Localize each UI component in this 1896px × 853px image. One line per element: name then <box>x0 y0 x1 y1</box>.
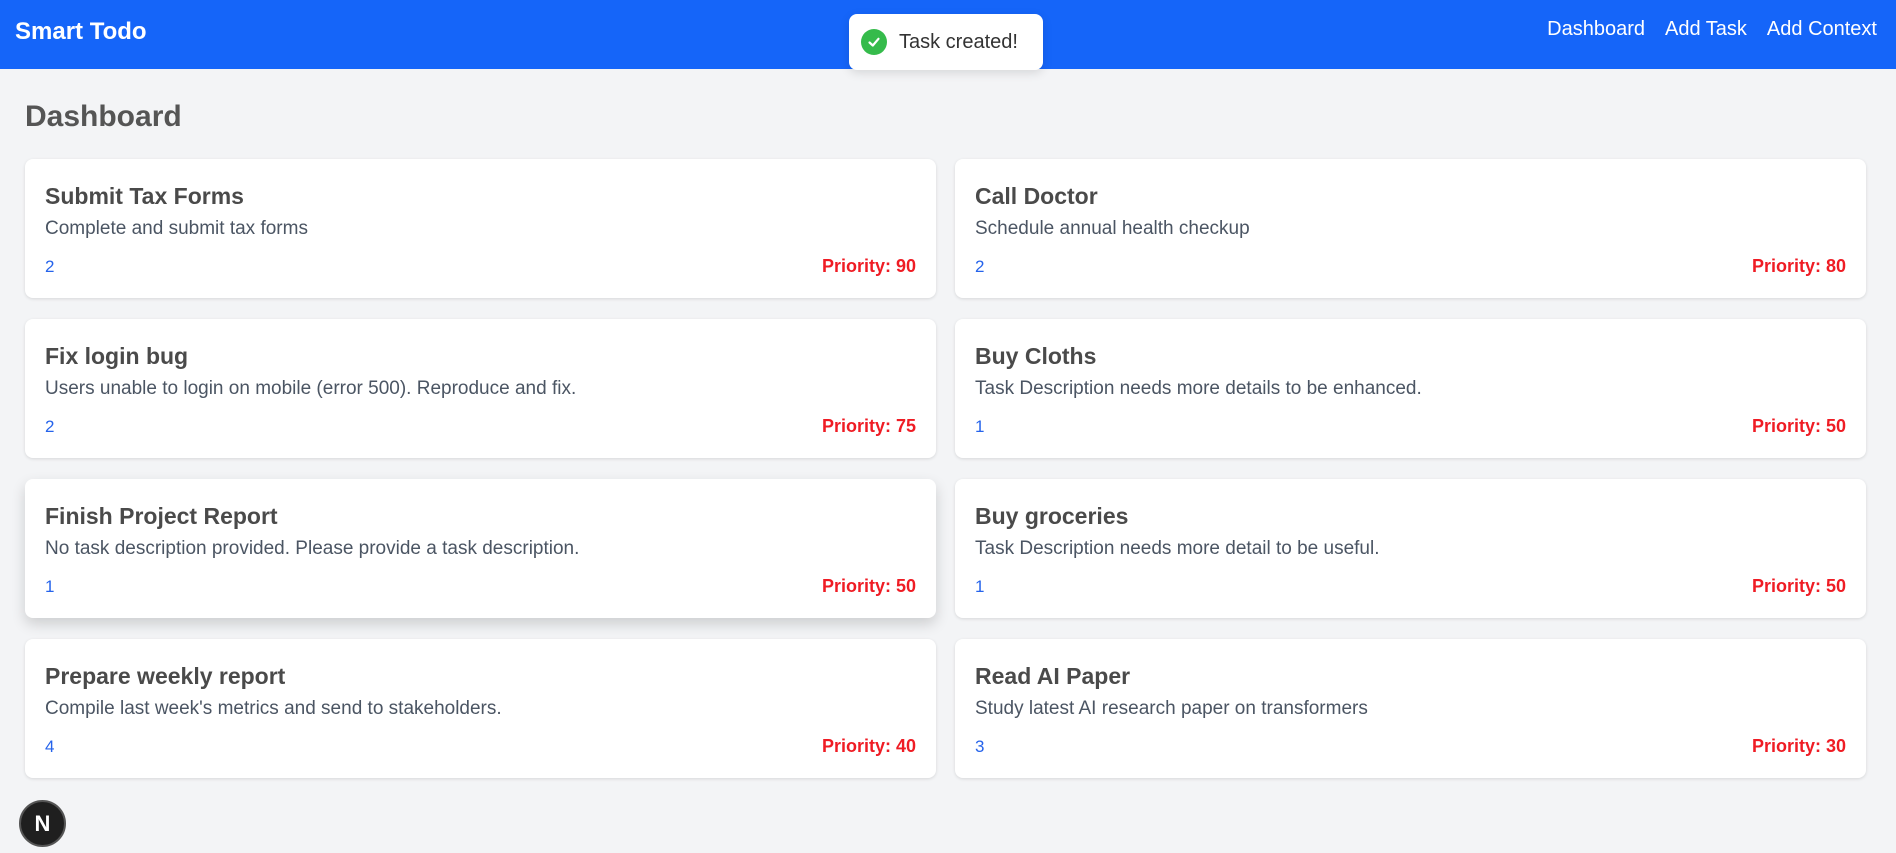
task-card[interactable]: Call Doctor Schedule annual health check… <box>955 159 1866 298</box>
task-card[interactable]: Finish Project Report No task descriptio… <box>25 479 936 618</box>
task-count: 1 <box>975 417 985 436</box>
task-priority: Priority: 30 <box>1751 736 1846 756</box>
dev-badge-label: N <box>34 810 51 836</box>
task-title: Prepare weekly report <box>45 663 286 689</box>
task-description: Schedule annual health checkup <box>975 218 1250 239</box>
task-count: 2 <box>975 257 985 276</box>
task-description: Users unable to login on mobile (error 5… <box>45 378 577 399</box>
task-title: Submit Tax Forms <box>45 183 244 209</box>
task-title: Buy groceries <box>975 503 1129 529</box>
nav-dashboard-link[interactable]: Dashboard <box>1547 18 1645 41</box>
task-card[interactable]: Buy groceries Task Description needs mor… <box>955 479 1866 618</box>
task-description: Compile last week's metrics and send to … <box>45 698 502 719</box>
task-description: Task Description needs more detail to be… <box>975 538 1380 559</box>
task-priority: Priority: 50 <box>821 576 916 596</box>
task-title: Call Doctor <box>975 183 1098 209</box>
task-count: 1 <box>975 577 985 596</box>
page-title: Dashboard <box>25 100 182 133</box>
nav-links: Dashboard Add Task Add Context <box>1547 0 1877 59</box>
toast-message: Task created! <box>899 30 1018 53</box>
task-card[interactable]: Fix login bug Users unable to login on m… <box>25 319 936 458</box>
task-priority: Priority: 50 <box>1751 416 1846 436</box>
task-priority: Priority: 90 <box>821 256 916 276</box>
task-title: Fix login bug <box>45 343 189 369</box>
task-count: 2 <box>45 417 55 436</box>
task-priority: Priority: 75 <box>821 416 916 436</box>
task-description: Task Description needs more details to b… <box>975 378 1422 399</box>
nav-add-task-link[interactable]: Add Task <box>1665 18 1747 41</box>
task-count: 2 <box>45 257 55 276</box>
dev-tools-badge[interactable]: N <box>19 800 66 847</box>
task-count: 4 <box>45 737 55 756</box>
task-card[interactable]: Prepare weekly report Compile last week'… <box>25 639 936 778</box>
task-description: Study latest AI research paper on transf… <box>975 698 1368 719</box>
nav-add-context-link[interactable]: Add Context <box>1767 18 1877 41</box>
task-priority: Priority: 40 <box>821 736 916 756</box>
task-description: No task description provided. Please pro… <box>45 538 580 559</box>
toast-notification: Task created! <box>849 14 1043 70</box>
task-description: Complete and submit tax forms <box>45 218 308 239</box>
task-grid: Submit Tax Forms Complete and submit tax… <box>25 159 1866 778</box>
task-title: Finish Project Report <box>45 503 278 529</box>
task-card[interactable]: Buy Cloths Task Description needs more d… <box>955 319 1866 458</box>
task-count: 3 <box>975 737 985 756</box>
task-card[interactable]: Submit Tax Forms Complete and submit tax… <box>25 159 936 298</box>
task-priority: Priority: 80 <box>1751 256 1846 276</box>
task-priority: Priority: 50 <box>1751 576 1846 596</box>
check-circle-icon <box>861 29 887 55</box>
task-title: Read AI Paper <box>975 663 1131 689</box>
app-brand[interactable]: Smart Todo <box>15 0 147 63</box>
task-card[interactable]: Read AI Paper Study latest AI research p… <box>955 639 1866 778</box>
task-count: 1 <box>45 577 55 596</box>
task-title: Buy Cloths <box>975 343 1097 369</box>
